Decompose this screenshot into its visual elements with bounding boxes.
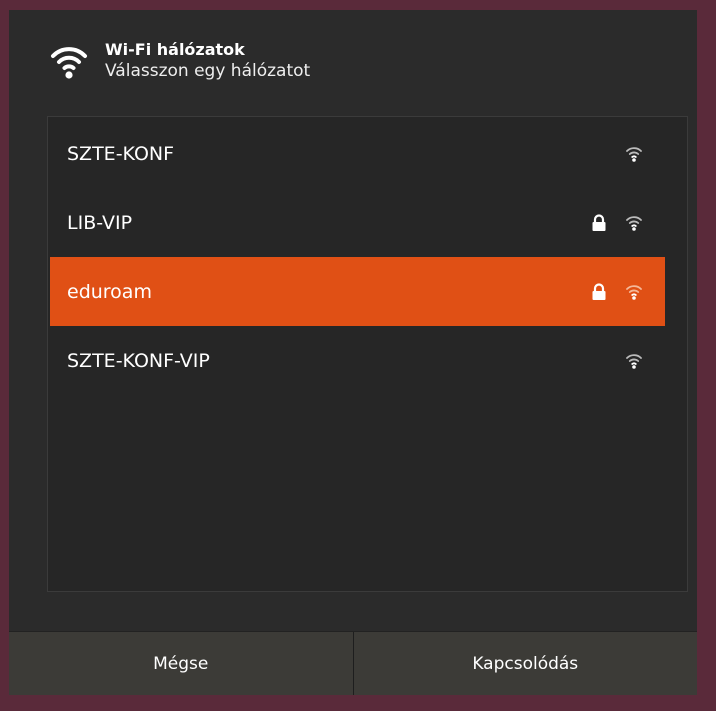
connect-button[interactable]: Kapcsolódás (352, 632, 698, 695)
dialog-footer: Mégse Kapcsolódás (9, 631, 697, 695)
wifi-dialog: Wi-Fi hálózatok Válasszon egy hálózatot … (9, 10, 697, 695)
network-name: SZTE-KONF-VIP (67, 349, 210, 372)
dialog-subtitle: Válasszon egy hálózatot (105, 61, 311, 81)
signal-icon (625, 214, 643, 232)
network-name: eduroam (67, 280, 152, 303)
network-row-szte-konf-vip[interactable]: SZTE-KONF-VIP (50, 326, 665, 395)
network-name: LIB-VIP (67, 211, 133, 234)
wifi-icon (47, 41, 91, 81)
lock-icon (591, 213, 607, 232)
signal-icon (625, 283, 643, 301)
network-list[interactable]: SZTE-KONF LIB-VIP eduroam SZTE-KONF-VIP (47, 116, 688, 592)
network-name: SZTE-KONF (67, 142, 175, 165)
cancel-button[interactable]: Mégse (9, 632, 353, 695)
network-row-szte-konf[interactable]: SZTE-KONF (50, 119, 665, 188)
dialog-title: Wi-Fi hálózatok (105, 40, 245, 59)
lock-icon (591, 282, 607, 301)
signal-icon (625, 145, 643, 163)
header-text: Wi-Fi hálózatok Válasszon egy hálózatot (105, 40, 310, 82)
dialog-header: Wi-Fi hálózatok Válasszon egy hálózatot (47, 36, 310, 86)
network-row-lib-vip[interactable]: LIB-VIP (50, 188, 665, 257)
network-row-eduroam[interactable]: eduroam (50, 257, 665, 326)
signal-icon (625, 352, 643, 370)
